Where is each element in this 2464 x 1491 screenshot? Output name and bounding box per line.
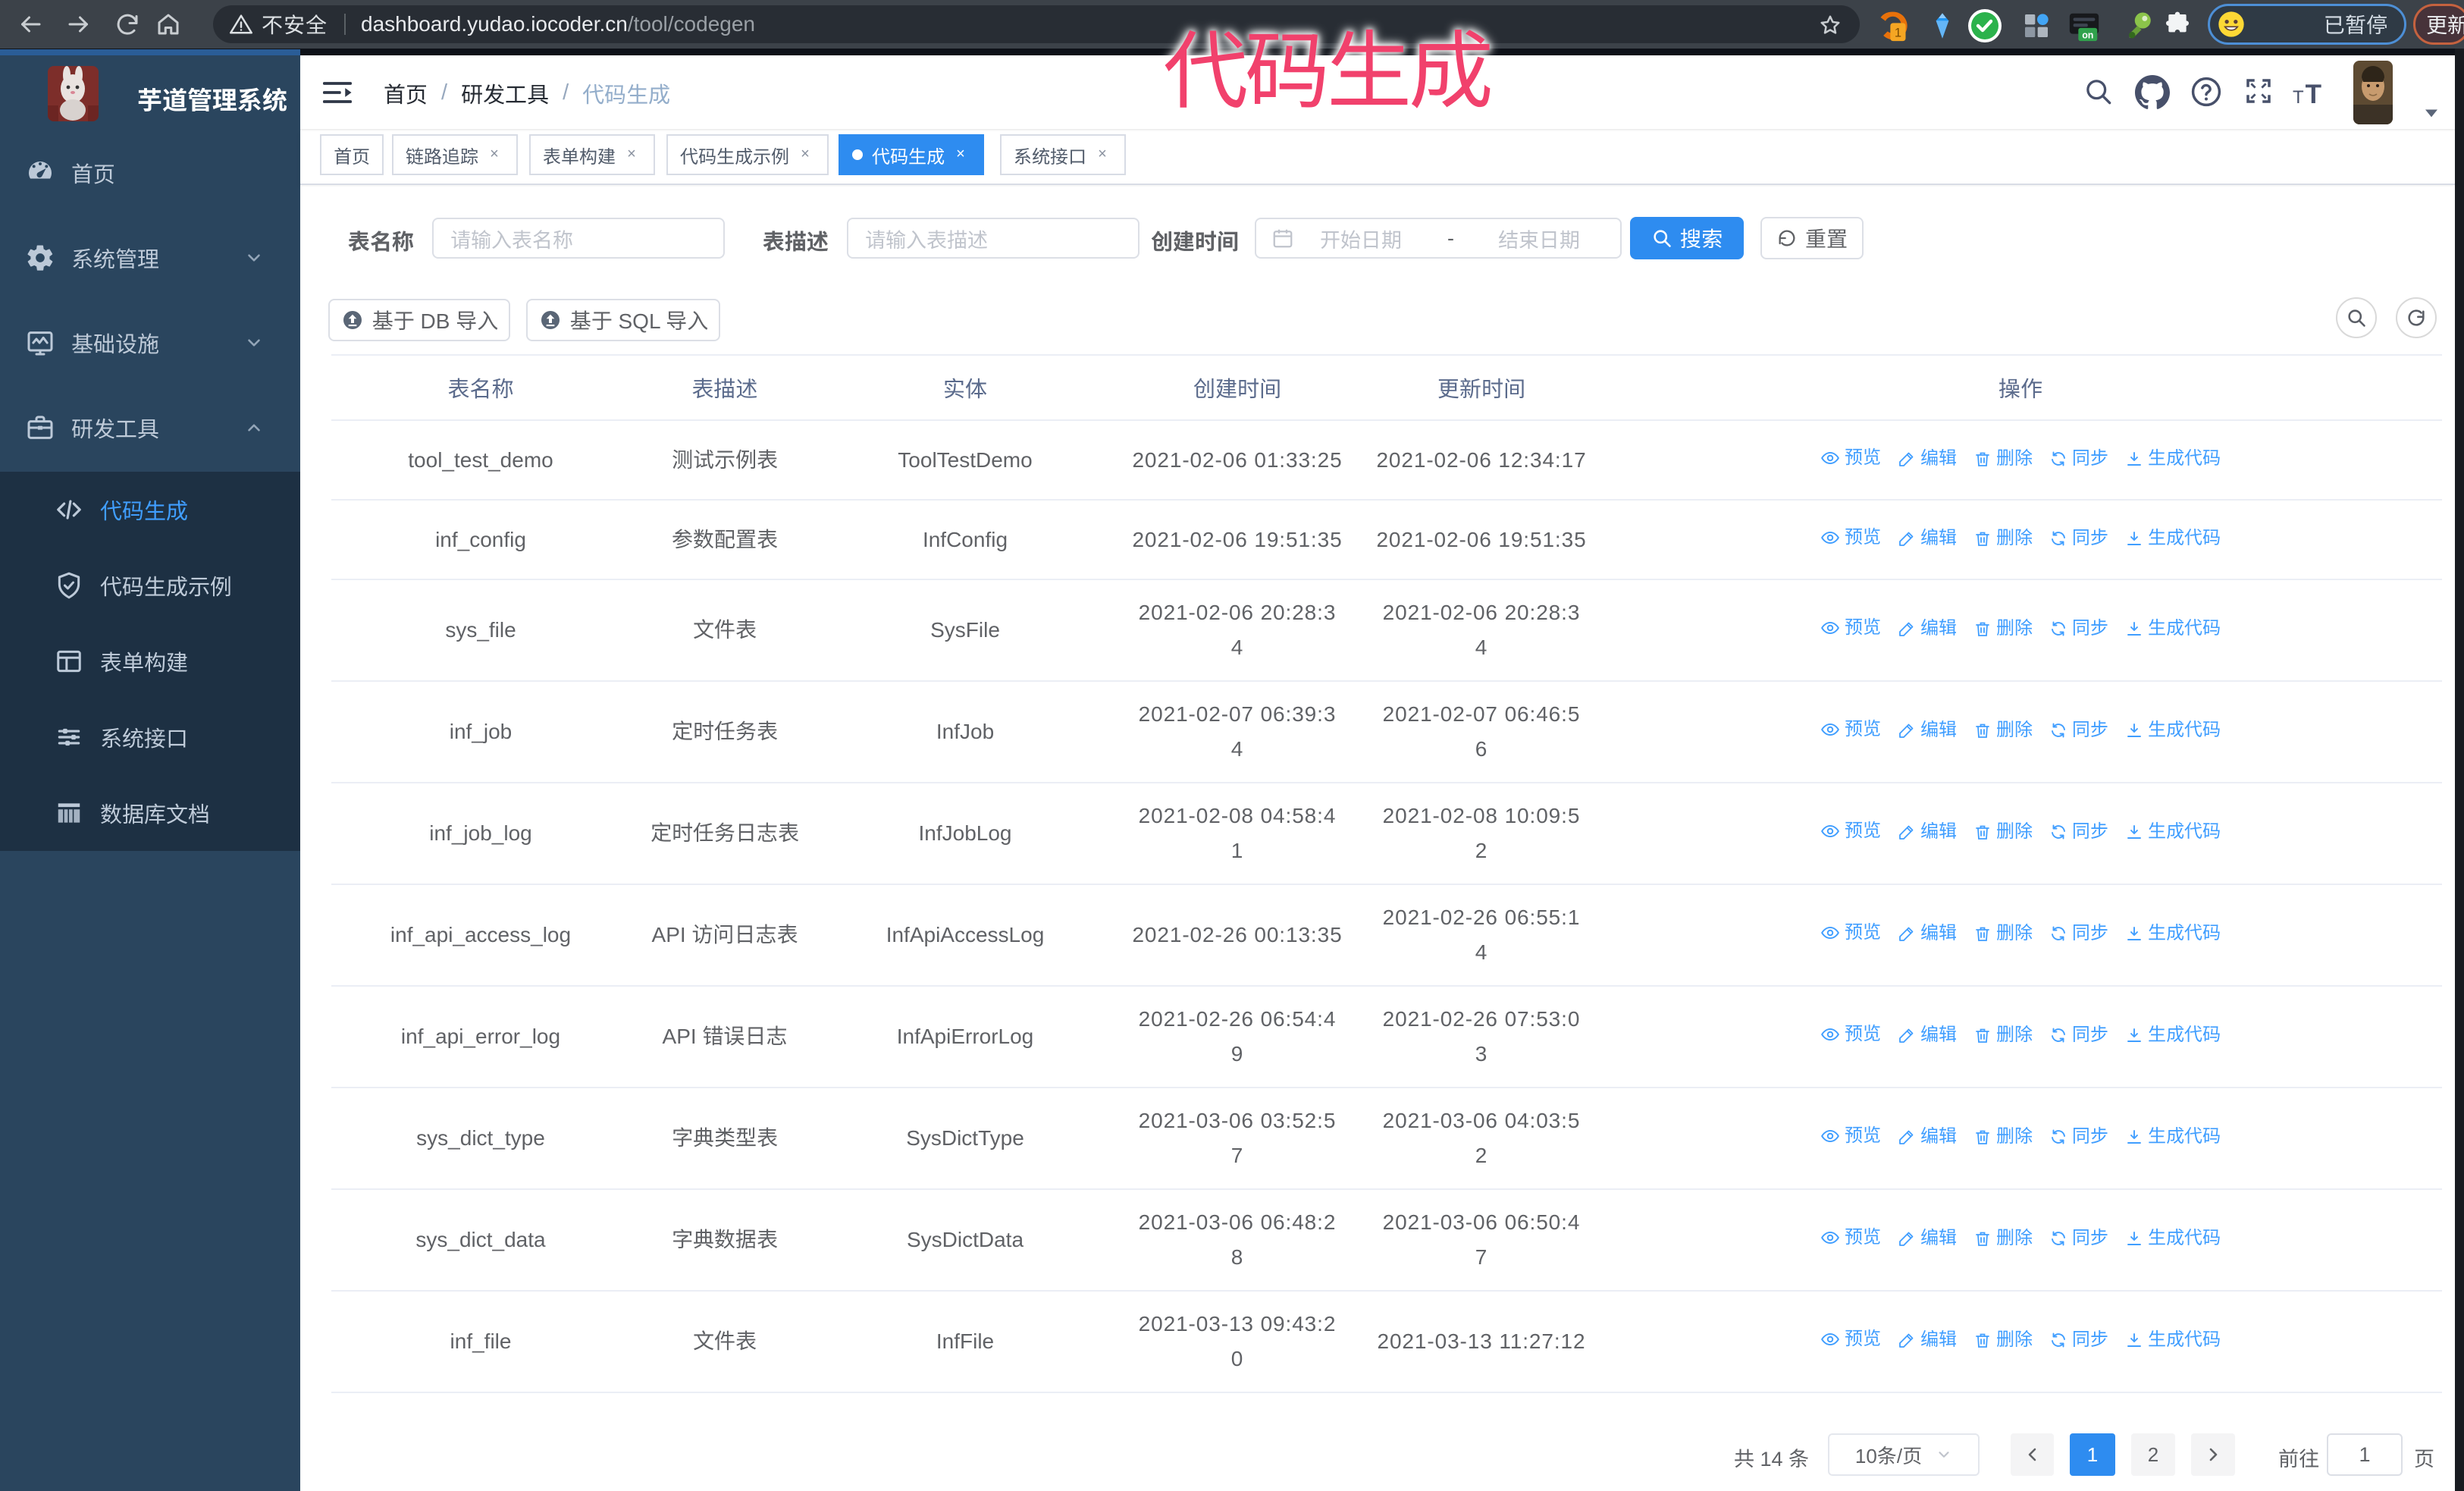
- svg-text:on: on: [2082, 30, 2093, 40]
- svg-text:1: 1: [1895, 27, 1901, 40]
- svg-text:T: T: [2293, 87, 2304, 108]
- svg-text:T: T: [2306, 80, 2322, 108]
